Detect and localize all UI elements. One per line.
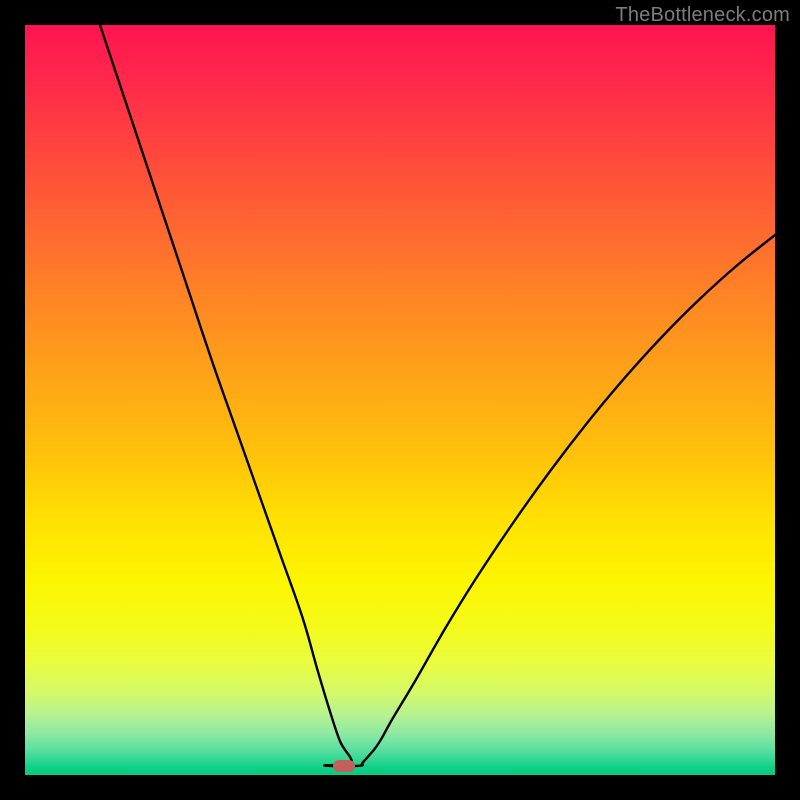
optimal-marker: [333, 760, 355, 772]
bottleneck-curve: [25, 25, 775, 775]
plot-area: [25, 25, 775, 775]
watermark-text: TheBottleneck.com: [615, 4, 790, 27]
chart-stage: TheBottleneck.com: [0, 0, 800, 800]
curve-path: [100, 25, 775, 766]
